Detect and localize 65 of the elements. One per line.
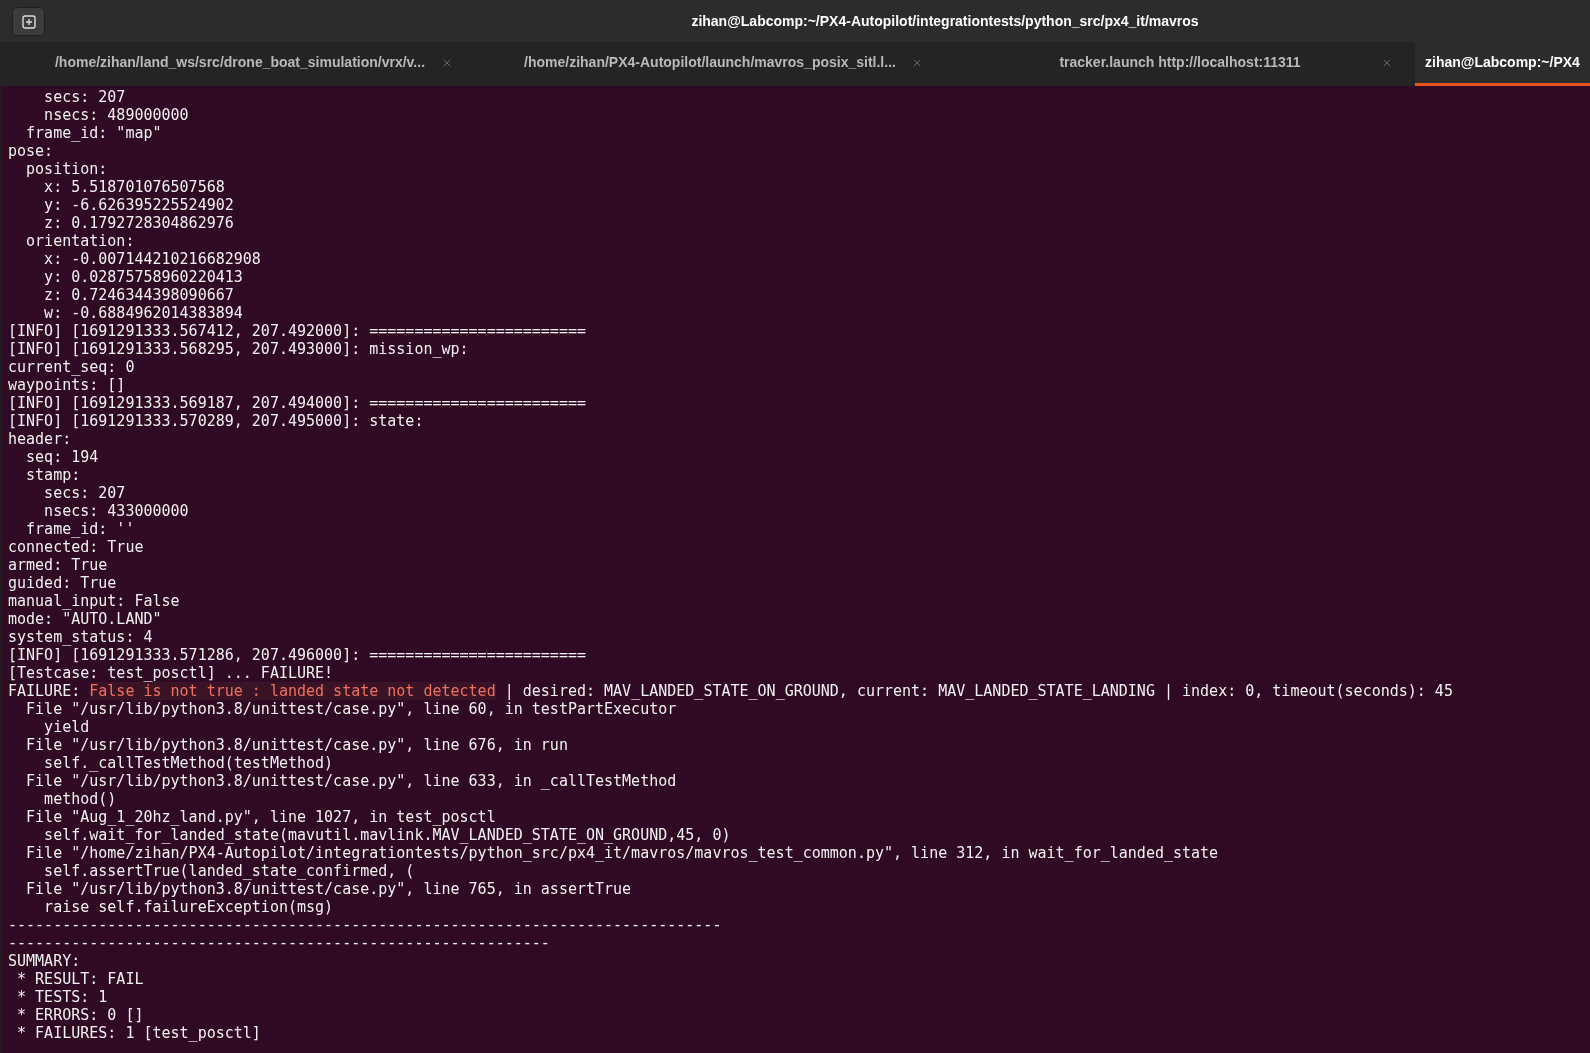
terminal-line: manual_input: False (8, 592, 181, 610)
terminal-line: [INFO] [1691291333.569187, 207.494000]: ======================== (8, 394, 587, 412)
terminal-line: * FAILURES: 1 [test_posctl] (16, 1024, 262, 1042)
terminal-line: y: -6.626395225524902 (43, 196, 235, 214)
terminal-line: x: 5.518701076507568 (43, 178, 226, 196)
failure-label: FAILURE: (8, 682, 82, 700)
terminal-line: [INFO] [1691291333.571286, 207.496000]: ======================== (8, 646, 587, 664)
terminal-line: * RESULT: FAIL (16, 970, 145, 988)
terminal-line: w: -0.6884962014383894 (43, 304, 244, 322)
terminal-line: stamp: (25, 466, 82, 484)
terminal-line: x: -0.007144210216682908 (43, 250, 262, 268)
terminal-line: self.assertTrue(landed_state_confirmed, ( (43, 862, 416, 880)
new-tab-icon (21, 14, 36, 29)
terminal-line: File "/usr/lib/python3.8/unittest/case.py", line 765, in assertTrue (25, 880, 633, 898)
terminal-line: File "/usr/lib/python3.8/unittest/case.py", line 676, in run (25, 736, 569, 754)
terminal-line: [INFO] [1691291333.567412, 207.492000]: ======================== (8, 322, 587, 340)
terminal-line: orientation: (25, 232, 136, 250)
terminal-line: z: 0.1792728304862976 (43, 214, 235, 232)
tab[interactable]: /home/zihan/land_ws/src/drone_boat_simulation/vrx/v... (5, 42, 475, 86)
terminal-line: method() (43, 790, 118, 808)
terminal-line: frame_id: "map" (25, 124, 163, 142)
terminal-line: y: 0.02875758960220413 (43, 268, 244, 286)
terminal-line: self._callTestMethod(testMethod) (43, 754, 335, 772)
terminal-line: * ERRORS: 0 [] (16, 1006, 145, 1024)
close-icon[interactable] (441, 57, 453, 69)
close-icon[interactable] (911, 57, 923, 69)
terminal-line: current_seq: 0 (8, 358, 136, 376)
terminal-line: [INFO] [1691291333.568295, 207.493000]: mission_wp: (8, 340, 470, 358)
terminal-line: waypoints: [] (8, 376, 127, 394)
tab[interactable]: zihan@Labcomp:~/PX4 (1415, 42, 1590, 86)
terminal-line: secs: 207 (43, 484, 127, 502)
terminal-line: self.wait_for_landed_state(mavutil.mavlink.MAV_LANDED_STATE_ON_GROUND,45, 0) (43, 826, 732, 844)
tab[interactable]: /home/zihan/PX4-Autopilot/launch/mavros_posix_sitl.l... (475, 42, 945, 86)
terminal-line: position: (25, 160, 109, 178)
window-title: zihan@Labcomp:~/PX4-Autopilot/integrationtests/python_src/px4_it/mavros (691, 11, 1199, 31)
terminal-line: ------------------------------------------------------------------------------- (8, 916, 723, 934)
terminal-line: nsecs: 489000000 (43, 106, 190, 124)
terminal-line: z: 0.7246344398090667 (43, 286, 235, 304)
tab[interactable]: tracker.launch http://localhost:11311 (945, 42, 1415, 86)
terminal-line: secs: 207 (43, 88, 127, 106)
terminal-line: mode: "AUTO.LAND" (8, 610, 163, 628)
terminal-line: File "/usr/lib/python3.8/unittest/case.py", line 60, in testPartExecutor (25, 700, 678, 718)
terminal-line: SUMMARY: (8, 952, 82, 970)
terminal-line: * TESTS: 1 (16, 988, 109, 1006)
terminal-line: seq: 194 (25, 448, 100, 466)
terminal-line: nsecs: 433000000 (43, 502, 190, 520)
terminal-line: armed: True (8, 556, 109, 574)
terminal-line: header: (8, 430, 73, 448)
terminal-line: frame_id: '' (25, 520, 136, 538)
terminal-line: File "/usr/lib/python3.8/unittest/case.py", line 633, in _callTestMethod (25, 772, 678, 790)
terminal-line: File "Aug_1_20hz_land.py", line 1027, in test_posctl (25, 808, 497, 826)
close-icon[interactable] (1381, 57, 1393, 69)
new-tab-button[interactable] (12, 7, 45, 36)
terminal-line: yield (43, 718, 91, 736)
error-message: False is not true : landed state not detected (89, 682, 496, 700)
terminal-line: [Testcase: test_posctl] ... FAILURE! (8, 664, 335, 682)
terminal-line: system_status: 4 (8, 628, 154, 646)
terminal-line: guided: True (8, 574, 118, 592)
terminal-line: pose: (8, 142, 55, 160)
terminal-line: connected: True (8, 538, 145, 556)
terminal-line: File "/home/zihan/PX4-Autopilot/integrationtests/python_src/px4_it/mavros/mavros_test_common.py", line 312, in wait_for_landed_state (25, 844, 1220, 862)
terminal-line: raise self.failureException(msg) (43, 898, 335, 916)
terminal-line: [INFO] [1691291333.570289, 207.495000]: state: (8, 412, 425, 430)
failure-detail: | desired: MAV_LANDED_STATE_ON_GROUND, current: MAV_LANDED_STATE_LANDING | index: 0, timeout(seconds): 45 (503, 682, 1453, 700)
terminal-line: ------------------------------------------------------------ (8, 934, 551, 952)
